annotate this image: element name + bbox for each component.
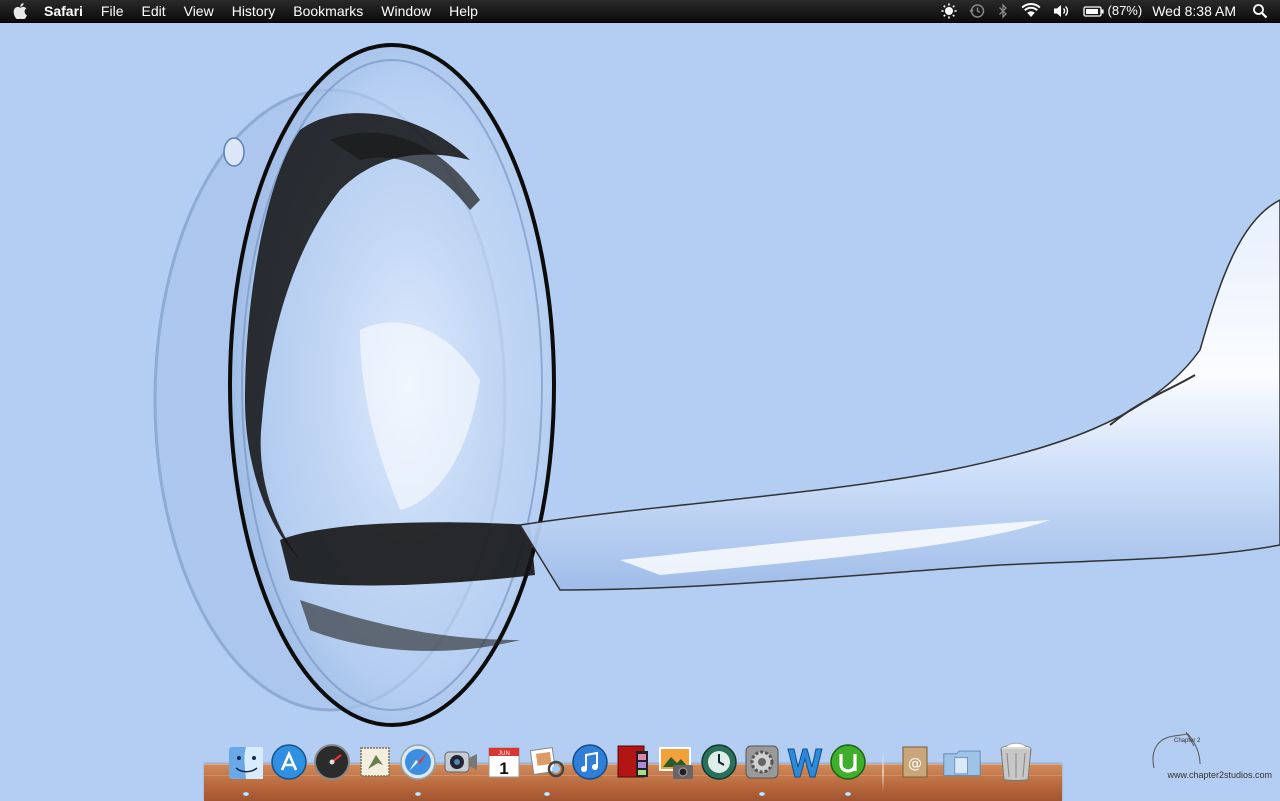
menu-app-name[interactable]: Safari [40, 0, 92, 22]
menu-help[interactable]: Help [440, 0, 487, 22]
word-icon[interactable] [785, 740, 825, 784]
watermark-text: www.chapter2studios.com [1167, 770, 1272, 780]
documents-folder-icon[interactable] [942, 740, 982, 784]
menu-file[interactable]: File [92, 0, 133, 22]
utorrent-icon[interactable] [828, 740, 868, 784]
dock: JUN 1 @ [226, 740, 1066, 788]
running-indicator-address-book [544, 792, 550, 796]
desktop-wallpaper [0, 23, 1280, 800]
running-indicator-safari [415, 792, 421, 796]
apple-menu-icon[interactable] [0, 0, 40, 22]
calendar-date: 1 [499, 759, 508, 778]
trash-icon[interactable] [996, 740, 1036, 784]
system-preferences-icon[interactable] [742, 740, 782, 784]
iphoto-icon[interactable] [656, 740, 696, 784]
menu-edit[interactable]: Edit [132, 0, 174, 22]
battery-icon[interactable] [1077, 0, 1108, 22]
menu-window[interactable]: Window [372, 0, 440, 22]
spotlight-icon[interactable] [1246, 0, 1274, 22]
menu-bar: Safari File Edit View History Bookmarks … [0, 0, 1280, 23]
svg-text:@: @ [908, 756, 922, 772]
time-machine-dock-icon[interactable] [699, 740, 739, 784]
calendar-icon[interactable]: JUN 1 [484, 740, 524, 784]
brightness-icon[interactable] [935, 0, 963, 22]
photo-booth-icon[interactable] [613, 740, 653, 784]
dock-divider [882, 752, 884, 792]
applications-folder-icon[interactable]: @ [896, 740, 936, 784]
finder-icon[interactable] [226, 740, 266, 784]
menu-view[interactable]: View [175, 0, 223, 22]
app-store-icon[interactable] [269, 740, 309, 784]
watermark: Chapter 2 www.chapter2studios.com [1144, 730, 1272, 780]
dashboard-icon[interactable] [312, 740, 352, 784]
time-machine-icon[interactable] [963, 0, 991, 22]
running-indicator-utorrent [845, 792, 851, 796]
address-book-icon[interactable] [527, 740, 567, 784]
running-indicator-finder [243, 792, 249, 796]
watermark-small-text: Chapter 2 [1174, 738, 1201, 744]
itunes-icon[interactable] [570, 740, 610, 784]
calendar-month: JUN [498, 751, 510, 757]
wifi-icon[interactable] [1015, 0, 1047, 22]
volume-icon[interactable] [1047, 0, 1077, 22]
menu-bookmarks[interactable]: Bookmarks [284, 0, 372, 22]
facetime-icon[interactable] [441, 740, 481, 784]
menu-history[interactable]: History [223, 0, 285, 22]
running-indicator-system-preferences [759, 792, 765, 796]
battery-percentage[interactable]: (87%) [1108, 0, 1149, 22]
bluetooth-icon[interactable] [991, 0, 1015, 22]
mail-icon[interactable] [355, 740, 395, 784]
menu-clock[interactable]: Wed 8:38 AM [1148, 0, 1246, 22]
safari-icon[interactable] [398, 740, 438, 784]
